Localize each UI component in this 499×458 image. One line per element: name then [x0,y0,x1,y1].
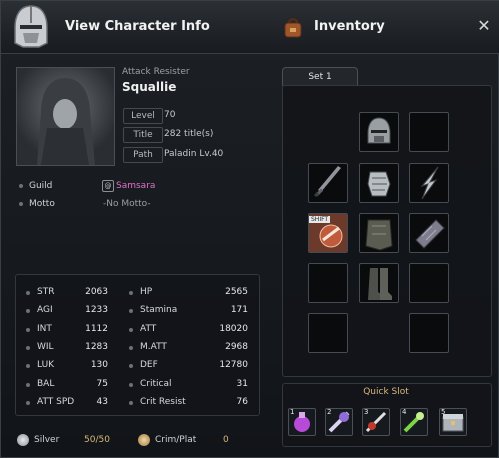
helmet-item-icon [367,117,391,144]
stat-right-value: 76 [236,397,248,407]
quick-slot-5[interactable]: 5 [439,408,467,436]
stat-left-value: 1112 [85,324,108,334]
bag-icon [284,18,302,38]
weapon-slot[interactable] [308,163,348,203]
guild-emblem-icon: @ [102,180,114,192]
stat-right-value: 2565 [225,287,248,297]
stat-right-label: Crit Resist [140,397,186,407]
path-value: Paladin Lv.40 [164,149,224,159]
crim-label: Crim/Plat [155,435,197,445]
shift-slot[interactable]: SHIFT [308,213,348,253]
stat-left-value: 1283 [85,342,108,352]
sword-icon [313,166,341,198]
crim-value: 0 [223,435,229,445]
stat-left-label: LUK [37,360,55,370]
quick-slot-1[interactable]: 1 [288,408,316,436]
bracer-icon [415,219,445,249]
stat-bullet [26,401,30,405]
stat-right-value: 12780 [219,360,248,370]
empty-slot[interactable] [409,313,449,353]
stat-bullet [26,291,30,295]
close-button[interactable]: ✕ [475,17,493,35]
offhand-slot[interactable] [409,163,449,203]
helmet-icon [14,5,48,48]
quick-slot-3[interactable]: 3 [362,408,390,436]
claw-icon [420,166,439,200]
character-name: Squallie [122,80,177,94]
gauntlet-icon [367,171,391,197]
stat-right-label: HP [140,287,153,297]
stat-left-label: AGI [37,305,53,315]
shift-badge: SHIFT [309,216,331,223]
helmet-slot[interactable] [359,112,399,152]
guild-label: Guild [29,181,53,191]
motto-value: -No Motto- [103,199,151,209]
boots-slot[interactable] [359,263,399,303]
level-value: 70 [164,110,176,120]
stat-bullet [129,383,133,387]
empty-slot[interactable] [308,313,348,353]
guild-row: Guild [19,181,52,191]
guild-value[interactable]: Samsara [116,181,155,191]
level-label: Level [123,108,163,124]
stat-left-label: WIL [37,342,54,352]
title-label: Title [123,127,163,143]
empty-slot[interactable] [409,112,449,152]
stat-bullet [129,346,133,350]
stat-right-label: DEF [140,360,158,370]
character-class: Attack Resister [122,67,190,77]
stat-bullet [129,309,133,313]
stat-left-value: 2063 [85,287,108,297]
armor-slot[interactable] [359,213,399,253]
quick-slot-2[interactable]: 2 [325,408,353,436]
bracer-slot[interactable] [409,213,449,253]
silver-label: Silver [34,435,60,445]
quick-slot-4[interactable]: 4 [400,408,428,436]
stat-left-label: BAL [37,379,55,389]
stat-right-label: M.ATT [140,342,167,352]
stat-bullet [129,401,133,405]
stat-right-value: 31 [236,379,248,389]
stat-left-label: STR [37,287,55,297]
silver-coin-icon [17,434,29,446]
stat-left-value: 1233 [85,305,108,315]
stat-bullet [26,364,30,368]
motto-label: Motto [29,199,55,209]
title-bar[interactable]: View Character Info Inventory ✕ [1,1,499,54]
motto-row: Motto [19,199,55,209]
empty-slot[interactable] [409,263,449,303]
stat-bullet [26,328,30,332]
gloves-slot[interactable] [359,163,399,203]
character-window-title: View Character Info [65,19,210,34]
tab-set-1[interactable]: Set 1 [282,67,358,86]
stat-left-value: 75 [96,379,108,389]
crim-coin-icon [138,434,150,446]
stat-bullet [129,328,133,332]
empty-slot[interactable] [308,263,348,303]
armor-icon [365,219,393,251]
stat-left-value: 43 [96,397,108,407]
stat-right-value: 2968 [225,342,248,352]
inventory-window-title: Inventory [314,19,385,34]
stat-bullet [26,383,30,387]
stat-left-value: 130 [90,360,108,370]
silver-value: 50/50 [84,435,110,445]
stat-bullet [26,346,30,350]
stat-right-label: Critical [140,379,172,389]
stat-right-value: 18020 [219,324,248,334]
stat-bullet [26,309,30,313]
stat-bullet [129,291,133,295]
title-value[interactable]: 282 title(s) [164,129,213,139]
character-info-window: View Character Info Inventory ✕ Attack R… [0,0,499,458]
quick-slot-label: Quick Slot [363,387,409,397]
stat-right-label: Stamina [140,305,178,315]
stat-right-label: ATT [140,324,157,334]
stat-bullet [129,364,133,368]
character-portrait [16,67,115,166]
path-label: Path [123,147,163,163]
stat-left-label: INT [37,324,52,334]
boots-icon [368,268,392,300]
stat-right-value: 171 [230,305,248,315]
